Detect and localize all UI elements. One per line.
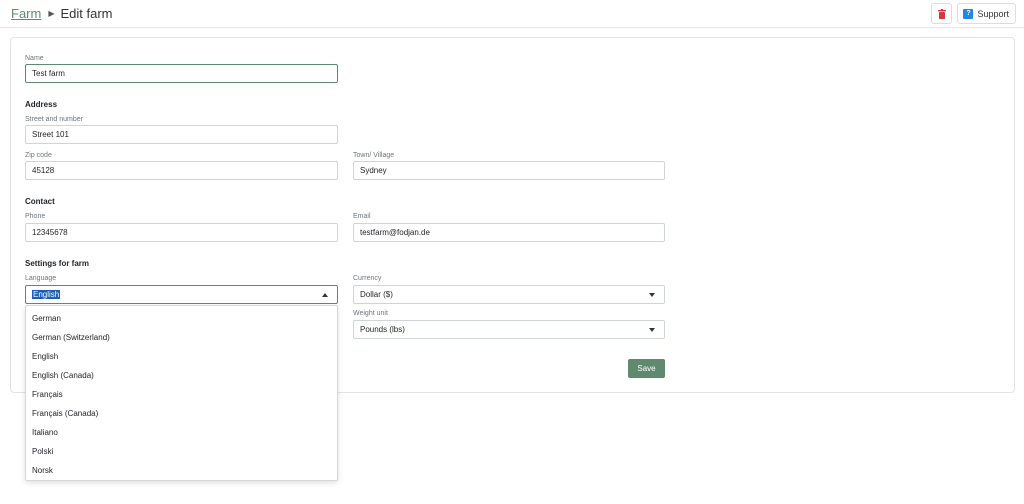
name-label: Name	[25, 55, 44, 62]
zip-label: Zip code	[25, 152, 52, 159]
email-input[interactable]: testfarm@fodjan.de	[353, 223, 665, 242]
page-title: Edit farm	[60, 6, 113, 21]
breadcrumb-farm-link[interactable]: Farm	[11, 6, 41, 21]
settings-heading: Settings for farm	[25, 259, 90, 268]
delete-button[interactable]	[931, 3, 953, 24]
name-value: Test farm	[32, 69, 65, 78]
phone-label: Phone	[25, 213, 46, 220]
weight-value: Pounds (lbs)	[360, 325, 405, 334]
email-label: Email	[353, 213, 371, 220]
support-label: Support	[977, 8, 1009, 19]
chevron-down-icon	[649, 293, 655, 297]
language-option[interactable]: English (Canada)	[26, 366, 337, 385]
language-option[interactable]: English	[26, 347, 337, 366]
town-input[interactable]: Sydney	[353, 161, 665, 180]
help-icon: ?	[963, 8, 974, 19]
town-value: Sydney	[360, 166, 387, 175]
language-option[interactable]: Français	[26, 385, 337, 404]
street-input[interactable]: Street 101	[25, 125, 338, 144]
chevron-up-icon	[322, 293, 328, 297]
language-value: English	[32, 290, 61, 299]
language-option[interactable]: Français (Canada)	[26, 404, 337, 423]
weight-label: Weight unit	[353, 310, 388, 317]
phone-value: 12345678	[32, 228, 68, 237]
language-option[interactable]: German (Switzerland)	[26, 328, 337, 347]
support-button[interactable]: ? Support	[957, 3, 1016, 24]
street-value: Street 101	[32, 130, 69, 139]
zip-value: 45128	[32, 166, 55, 175]
town-label: Town/ Village	[353, 152, 395, 159]
currency-select[interactable]: Dollar ($)	[353, 285, 665, 304]
save-button[interactable]: Save	[628, 359, 665, 378]
currency-label: Currency	[353, 275, 382, 282]
trash-icon	[937, 8, 946, 19]
street-label: Street and number	[25, 116, 83, 123]
name-input[interactable]: Test farm	[25, 64, 338, 83]
header-actions: ? Support	[931, 3, 1016, 24]
top-bar: Farm ▶ Edit farm ? Support	[0, 0, 1024, 28]
weight-select[interactable]: Pounds (lbs)	[353, 320, 665, 339]
language-dropdown-menu: German German (Switzerland) English Engl…	[25, 305, 338, 481]
breadcrumb-separator-icon: ▶	[48, 9, 55, 18]
currency-value: Dollar ($)	[360, 290, 393, 299]
language-option[interactable]: Polski	[26, 442, 337, 461]
contact-heading: Contact	[25, 197, 55, 206]
language-select[interactable]: English	[25, 285, 338, 304]
chevron-down-icon	[649, 328, 655, 332]
language-option[interactable]: German	[26, 309, 337, 328]
language-label: Language	[25, 275, 57, 282]
language-option[interactable]: Italiano	[26, 423, 337, 442]
zip-input[interactable]: 45128	[25, 161, 338, 180]
address-heading: Address	[25, 100, 58, 109]
language-option[interactable]: Norsk	[26, 461, 337, 480]
phone-input[interactable]: 12345678	[25, 223, 338, 242]
email-value: testfarm@fodjan.de	[360, 228, 430, 237]
breadcrumb: Farm ▶ Edit farm	[11, 6, 113, 21]
